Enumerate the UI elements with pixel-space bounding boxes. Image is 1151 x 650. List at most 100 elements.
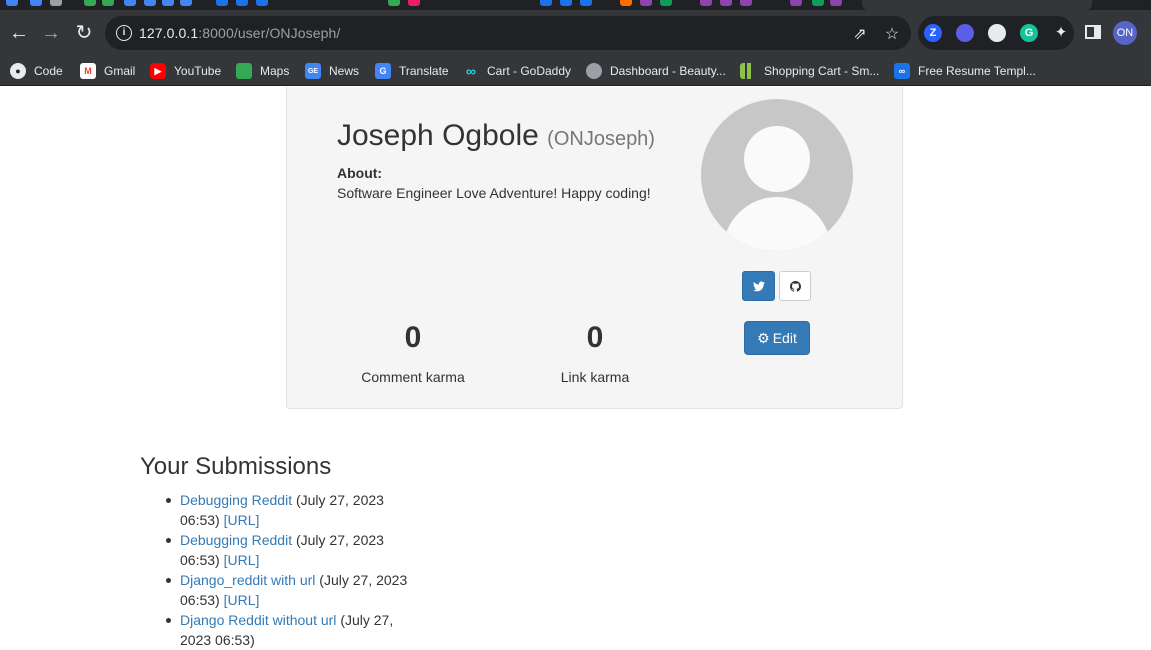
- tab-favicon[interactable]: [700, 0, 712, 6]
- bookmark-shopping-cart[interactable]: Shopping Cart - Sm...: [740, 61, 879, 81]
- bookmark-label: Gmail: [104, 64, 136, 78]
- submissions-list: Debugging Reddit (July 27, 2023 06:53) […: [166, 490, 415, 650]
- github-icon: [789, 280, 801, 292]
- tab-favicon[interactable]: [162, 0, 174, 6]
- list-item: Debugging Reddit (July 27, 2023 06:53) […: [166, 490, 415, 530]
- submission-link[interactable]: Django_reddit with url: [180, 572, 315, 588]
- tab-favicon[interactable]: [812, 0, 824, 6]
- comment-karma-stat: 0 Comment karma: [333, 321, 493, 385]
- bookmark-maps[interactable]: Maps: [236, 61, 289, 81]
- translate-icon: G: [375, 63, 391, 79]
- tab-favicon[interactable]: [540, 0, 552, 6]
- comment-karma-value: 0: [404, 321, 422, 354]
- tab-favicon[interactable]: [216, 0, 228, 6]
- page-content: Joseph Ogbole (ONJoseph) About: Software…: [0, 87, 1151, 650]
- bars-icon: [740, 63, 756, 79]
- link-karma-label: Link karma: [560, 369, 630, 385]
- zoho-extension-icon[interactable]: Z: [924, 24, 942, 42]
- browser-toolbar: ← → ↻ i 127.0.0.1:8000/user/ONJoseph/ ⇗ …: [0, 10, 1151, 56]
- avatar-head-shape: [744, 126, 810, 192]
- tab-favicon[interactable]: [180, 0, 192, 6]
- back-arrow-icon[interactable]: ←: [7, 21, 31, 45]
- url-text[interactable]: 127.0.0.1:8000/user/ONJoseph/: [139, 25, 340, 41]
- tab-favicon[interactable]: [124, 0, 136, 6]
- bookmark-code[interactable]: ● Code: [10, 61, 63, 81]
- username: (ONJoseph): [547, 128, 655, 150]
- gmail-icon: M: [80, 63, 96, 79]
- list-item: Django Reddit without url (July 27, 2023…: [166, 610, 415, 650]
- bookmark-gmail[interactable]: M Gmail: [80, 61, 135, 81]
- tab-favicon[interactable]: [6, 0, 18, 6]
- reload-icon[interactable]: ↻: [72, 21, 96, 45]
- edit-profile-button[interactable]: ⚙ Edit: [744, 321, 810, 355]
- link-karma-stat: 0 Link karma: [515, 321, 675, 385]
- site-info-icon[interactable]: i: [116, 25, 132, 41]
- tab-strip[interactable]: [0, 0, 1151, 10]
- bookmark-news[interactable]: GE News: [305, 61, 359, 81]
- bookmark-dashboard[interactable]: Dashboard - Beauty...: [586, 61, 726, 81]
- submission-url-link[interactable]: [URL]: [224, 512, 260, 528]
- side-panel-icon[interactable]: [1085, 25, 1101, 39]
- bookmark-godaddy[interactable]: ∞ Cart - GoDaddy: [463, 61, 571, 81]
- tab-favicon[interactable]: [50, 0, 62, 6]
- bookmark-label: YouTube: [174, 64, 222, 78]
- tab-favicon[interactable]: [388, 0, 400, 6]
- list-item: Django_reddit with url (July 27, 2023 06…: [166, 570, 415, 610]
- bookmark-label: Translate: [399, 64, 449, 78]
- list-item: Debugging Reddit (July 27, 2023 06:53) […: [166, 530, 415, 570]
- submissions-title: Your Submissions: [140, 453, 332, 480]
- tab-favicon[interactable]: [30, 0, 42, 6]
- bookmark-label: Code: [34, 64, 63, 78]
- tab-favicon[interactable]: [720, 0, 732, 6]
- submission-link[interactable]: Debugging Reddit: [180, 532, 292, 548]
- link-icon: ∞: [894, 63, 910, 79]
- tab-favicon[interactable]: [236, 0, 248, 6]
- tab-favicon[interactable]: [830, 0, 842, 6]
- submission-link[interactable]: Debugging Reddit: [180, 492, 292, 508]
- avatar: [701, 99, 853, 251]
- forward-arrow-icon[interactable]: →: [39, 21, 63, 45]
- tab-favicon[interactable]: [256, 0, 268, 6]
- tab-favicon[interactable]: [144, 0, 156, 6]
- active-tab[interactable]: [862, 0, 1092, 10]
- twitter-button[interactable]: [742, 271, 775, 301]
- bookmark-label: Free Resume Templ...: [918, 64, 1036, 78]
- profile-heading: Joseph Ogbole (ONJoseph): [337, 119, 655, 153]
- purple-extension-icon[interactable]: [956, 24, 974, 42]
- submission-url-link[interactable]: [URL]: [224, 552, 260, 568]
- bookmark-label: Shopping Cart - Sm...: [764, 64, 880, 78]
- tab-favicon[interactable]: [790, 0, 802, 6]
- address-bar[interactable]: i 127.0.0.1:8000/user/ONJoseph/ ⇗ ☆: [105, 16, 911, 50]
- about-label: About:: [337, 165, 383, 181]
- tab-favicon[interactable]: [660, 0, 672, 6]
- youtube-icon: ▶: [150, 63, 166, 79]
- tab-favicon[interactable]: [640, 0, 652, 6]
- full-name: Joseph Ogbole: [337, 119, 539, 152]
- about-text: Software Engineer Love Adventure! Happy …: [337, 185, 651, 201]
- tab-favicon[interactable]: [102, 0, 114, 6]
- tab-favicon[interactable]: [620, 0, 632, 6]
- bookmark-label: Dashboard - Beauty...: [610, 64, 726, 78]
- grammarly-icon[interactable]: G: [1020, 24, 1038, 42]
- tab-favicon[interactable]: [408, 0, 420, 6]
- bookmark-star-icon[interactable]: ☆: [882, 24, 902, 44]
- bookmark-translate[interactable]: G Translate: [375, 61, 449, 81]
- tab-favicon[interactable]: [580, 0, 592, 6]
- submission-link[interactable]: Django Reddit without url: [180, 612, 336, 628]
- avatar-body-shape: [723, 197, 831, 251]
- url-host: 127.0.0.1: [139, 25, 199, 41]
- github-icon: ●: [10, 63, 26, 79]
- share-icon[interactable]: ⇗: [850, 24, 870, 44]
- submission-url-link[interactable]: [URL]: [224, 592, 260, 608]
- bookmark-label: News: [329, 64, 360, 78]
- profile-avatar[interactable]: ON: [1113, 21, 1137, 45]
- bookmark-label: Maps: [260, 64, 290, 78]
- tab-favicon[interactable]: [560, 0, 572, 6]
- github-button[interactable]: [779, 271, 811, 301]
- tab-favicon[interactable]: [740, 0, 752, 6]
- bookmark-free-resume[interactable]: ∞ Free Resume Templ...: [894, 61, 1036, 81]
- tab-favicon[interactable]: [84, 0, 96, 6]
- bookmark-youtube[interactable]: ▶ YouTube: [150, 61, 221, 81]
- mono-extension-icon[interactable]: [988, 24, 1006, 42]
- puzzle-extensions-icon[interactable]: ✦: [1052, 24, 1070, 42]
